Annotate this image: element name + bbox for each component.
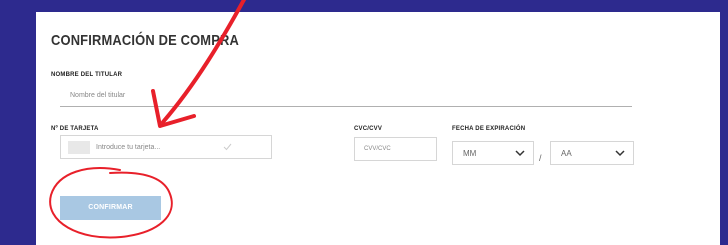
expiry-separator: / [539, 153, 542, 163]
card-number-placeholder: Introduce tu tarjeta... [96, 144, 161, 151]
expiry-month-value: MM [463, 149, 477, 158]
expiry-year-value: AA [561, 149, 572, 158]
card-number-label: Nº DE TARJETA [51, 126, 99, 132]
expiry-month-select[interactable]: MM [452, 141, 534, 165]
confirm-button[interactable]: CONFIRMAR [60, 196, 161, 220]
holder-name-placeholder: Nombre del titular [70, 92, 126, 99]
payment-form-card: CONFIRMACIÓN DE COMPRA NOMBRE DEL TITULA… [36, 12, 720, 245]
chevron-down-icon [515, 150, 525, 157]
expiry-label: FECHA DE EXPIRACIÓN [452, 126, 526, 132]
cvc-label: CVC/CVV [354, 126, 383, 132]
card-number-input[interactable]: Introduce tu tarjeta... [60, 135, 272, 159]
card-brand-icon [68, 141, 90, 154]
cvc-placeholder: CVV/CVC [364, 146, 391, 152]
holder-name-input[interactable]: Nombre del titular [60, 84, 632, 107]
chevron-down-icon [615, 150, 625, 157]
holder-label: NOMBRE DEL TITULAR [51, 72, 123, 78]
check-icon [223, 143, 232, 151]
cvc-input[interactable]: CVV/CVC [354, 137, 437, 161]
expiry-year-select[interactable]: AA [550, 141, 634, 165]
page-title: CONFIRMACIÓN DE COMPRA [51, 32, 239, 49]
